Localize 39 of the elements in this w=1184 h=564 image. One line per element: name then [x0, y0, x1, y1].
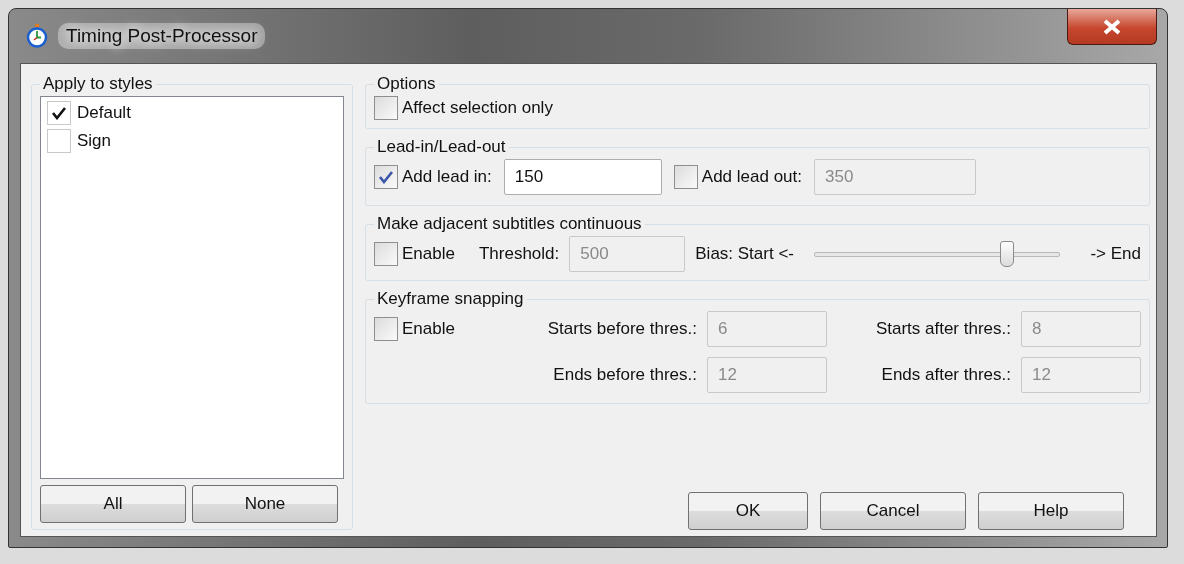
- threshold-label: Starts before thres.:: [547, 319, 697, 339]
- close-icon: [1102, 18, 1122, 35]
- checkbox[interactable]: [374, 317, 398, 341]
- select-button[interactable]: None: [192, 485, 338, 523]
- dialog-button[interactable]: OK: [688, 492, 808, 530]
- select-button[interactable]: All: [40, 485, 186, 523]
- checkbox[interactable]: [47, 101, 71, 125]
- checkmark-icon: [51, 106, 67, 120]
- dialog-button[interactable]: Cancel: [820, 492, 966, 530]
- checkbox[interactable]: [374, 96, 398, 120]
- group-title: Apply to styles: [42, 74, 154, 94]
- group-title: Keyframe snapping: [376, 289, 525, 309]
- checkbox[interactable]: [673, 165, 698, 189]
- threshold-label: Ends before thres.:: [553, 365, 697, 385]
- group-title: Lead-in/Lead-out: [376, 137, 507, 157]
- checkbox-label[interactable]: Add lead out:: [701, 167, 802, 187]
- group-title: Options: [376, 74, 437, 94]
- bias-start-label: Bias: Start <-: [695, 244, 794, 264]
- checkbox-label[interactable]: Add lead in:: [402, 167, 492, 187]
- bias-slider[interactable]: [814, 241, 1061, 267]
- checkbox-label[interactable]: Enable: [402, 244, 455, 264]
- list-item[interactable]: Sign: [77, 131, 112, 151]
- threshold-label: Starts after thres.:: [875, 319, 1011, 339]
- slider-thumb[interactable]: [1000, 241, 1015, 267]
- checkbox[interactable]: [374, 165, 398, 189]
- checkbox[interactable]: [47, 129, 71, 153]
- lead-in-field[interactable]: 150: [503, 159, 662, 195]
- bias-end-label: -> End: [1090, 244, 1141, 264]
- close-button[interactable]: [1067, 9, 1157, 45]
- stopwatch-icon: [26, 24, 48, 48]
- dialog-button[interactable]: Help: [978, 492, 1124, 530]
- checkbox-label[interactable]: Enable: [402, 319, 455, 339]
- threshold-label: Ends after thres.:: [881, 365, 1011, 385]
- group-title: Make adjacent subtitles continuous: [376, 214, 643, 234]
- list-item[interactable]: Default: [77, 103, 131, 123]
- checkbox-label[interactable]: Affect selection only: [402, 98, 553, 118]
- checkmark-icon: [378, 170, 394, 184]
- threshold-label: Threshold:: [478, 244, 560, 264]
- checkbox[interactable]: [374, 242, 398, 266]
